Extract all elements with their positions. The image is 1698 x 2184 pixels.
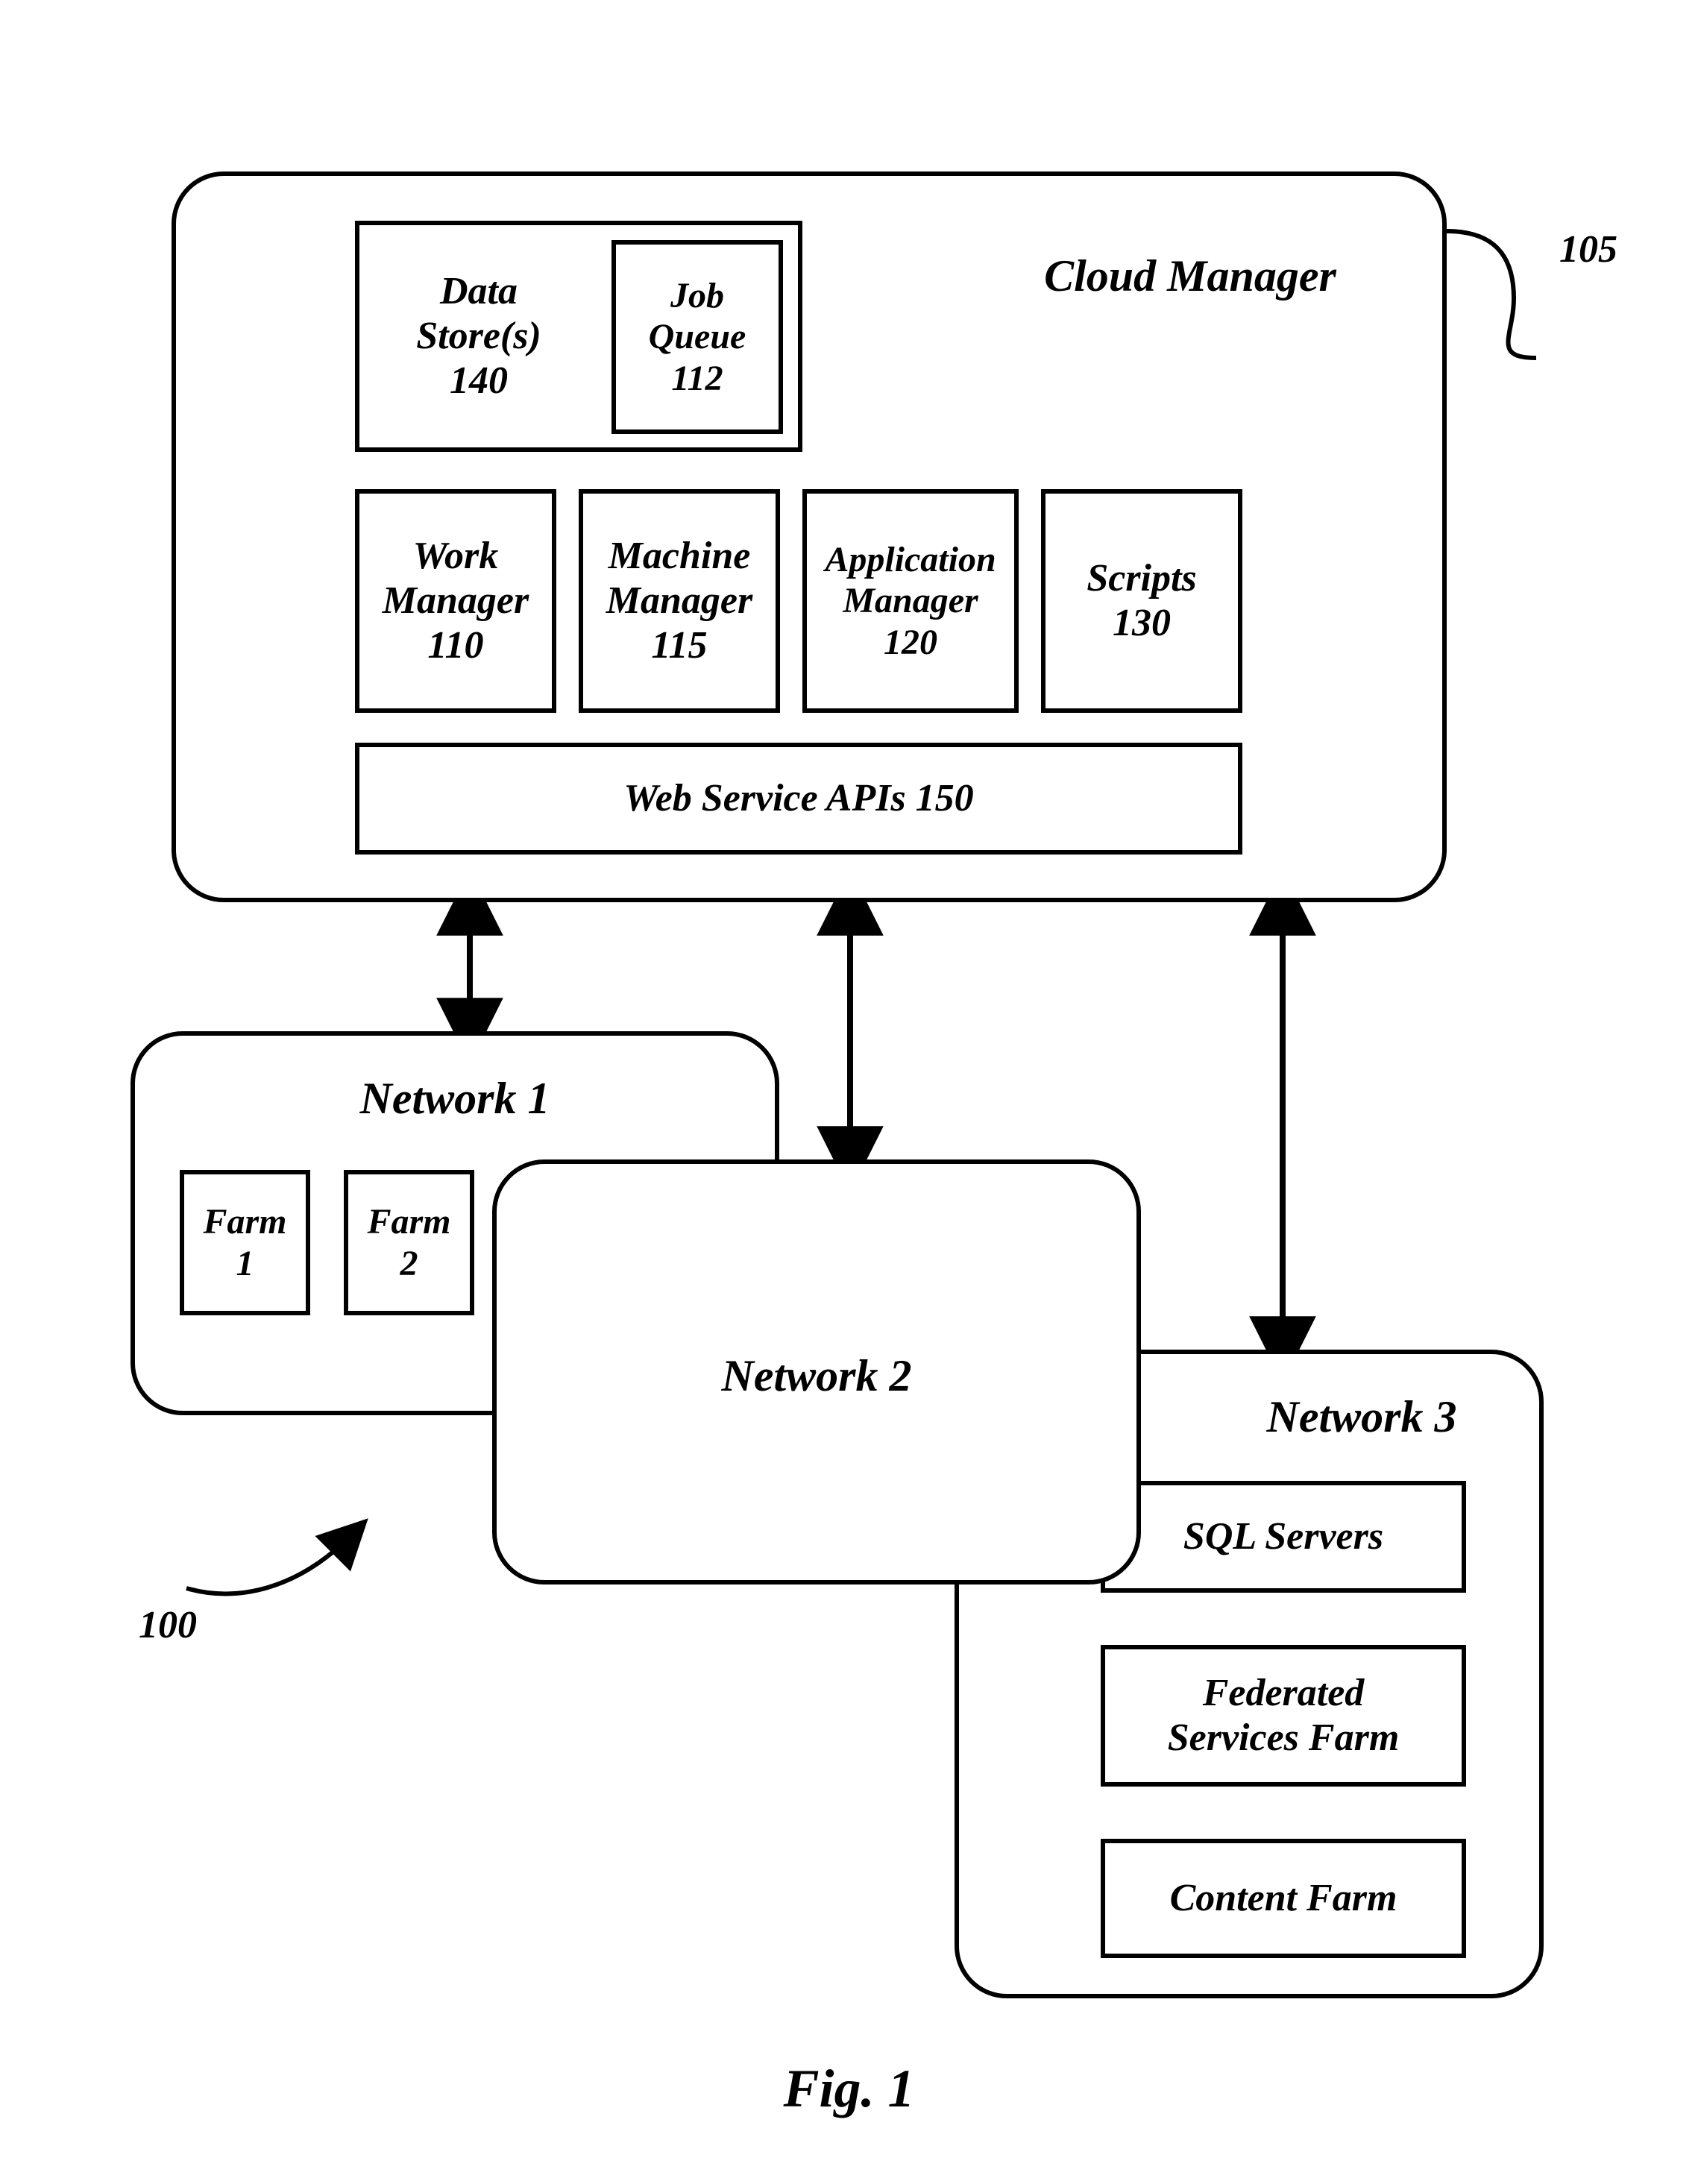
application-manager-box: Application Manager 120 (802, 489, 1019, 713)
network3-title: Network 3 (1205, 1391, 1518, 1443)
farm2-box: Farm 2 (344, 1170, 474, 1315)
federated-box: Federated Services Farm (1101, 1645, 1466, 1787)
network2-box: Network 2 (492, 1159, 1141, 1584)
cloud-manager-box: Cloud Manager Data Store(s) 140 Job Queu… (172, 171, 1447, 902)
data-stores-box: Data Store(s) 140 Job Queue 112 (355, 221, 802, 452)
network2-title: Network 2 (497, 1350, 1136, 1402)
leader-100 (186, 1536, 350, 1593)
scripts-box: Scripts 130 (1041, 489, 1242, 713)
diagram-canvas: Cloud Manager Data Store(s) 140 Job Queu… (0, 0, 1698, 2184)
farm1-box: Farm 1 (180, 1170, 310, 1315)
web-service-apis-box: Web Service APIs 150 (355, 743, 1242, 855)
ref-105-label: 105 (1544, 227, 1633, 272)
job-queue-box: Job Queue 112 (611, 240, 783, 434)
figure-caption: Fig. 1 (0, 2058, 1698, 2120)
data-stores-label: Data Store(s) 140 (382, 269, 576, 403)
network1-title: Network 1 (135, 1073, 775, 1124)
leader-105 (1447, 231, 1536, 358)
sql-servers-box: SQL Servers (1101, 1481, 1466, 1593)
ref-100-label: 100 (123, 1603, 213, 1648)
cloud-manager-title: Cloud Manager (996, 251, 1384, 302)
machine-manager-box: Machine Manager 115 (579, 489, 780, 713)
content-farm-box: Content Farm (1101, 1839, 1466, 1958)
work-manager-box: Work Manager 110 (355, 489, 556, 713)
